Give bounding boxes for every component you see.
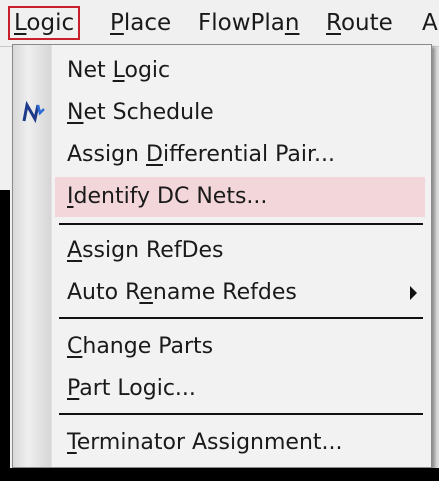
menu-item-label: Net Logic xyxy=(67,58,171,83)
menu-route-mnemonic: R xyxy=(326,10,341,36)
menu-place[interactable]: Place xyxy=(104,6,177,40)
menu-route-text-rest: oute xyxy=(340,10,393,36)
menu-separator xyxy=(59,413,423,415)
menu-item-label: Part Logic... xyxy=(67,376,196,401)
menu-item-assign-refdes[interactable]: Assign RefDes xyxy=(13,231,431,271)
menu-item-label: Assign Differential Pair... xyxy=(67,142,335,167)
menu-item-net-schedule[interactable]: Net Schedule xyxy=(13,93,431,133)
menu-logic[interactable]: Logic xyxy=(8,6,81,40)
menu-flowplan-mnemonic: n xyxy=(284,10,300,36)
menu-place-text-rest: lace xyxy=(123,10,172,36)
menu-item-label: Auto Rename Refdes xyxy=(67,280,297,305)
menu-logic-text-rest: ogic xyxy=(26,10,75,36)
menu-item-net-logic[interactable]: Net Logic xyxy=(13,51,431,91)
menu-bar: Logic Place FlowPlan Route A xyxy=(0,0,439,47)
logic-dropdown-menu: Net Logic Net Schedule Assign Differenti… xyxy=(12,44,432,468)
submenu-arrow-icon xyxy=(410,286,417,300)
menu-item-label: Terminator Assignment... xyxy=(67,430,343,455)
menu-a-text-rest: A xyxy=(422,10,438,36)
menu-item-label: Change Parts xyxy=(67,334,214,359)
menu-item-label: Net Schedule xyxy=(67,100,214,125)
menu-item-identify-dc-nets[interactable]: Identify DC Nets... xyxy=(55,177,425,217)
menu-item-terminator-assignment[interactable]: Terminator Assignment... xyxy=(13,423,431,463)
menu-item-change-parts[interactable]: Change Parts xyxy=(13,327,431,367)
menu-flowplan-text: FlowPla xyxy=(198,10,285,36)
design-canvas-bottom xyxy=(0,468,439,481)
net-schedule-icon xyxy=(22,100,45,124)
menu-analyze-truncated[interactable]: A xyxy=(416,6,439,40)
menu-item-label: Assign RefDes xyxy=(67,238,224,263)
menu-item-label: Identify DC Nets... xyxy=(67,184,268,209)
design-canvas xyxy=(0,190,10,481)
menu-separator xyxy=(59,223,423,225)
menu-route[interactable]: Route xyxy=(320,6,399,40)
menu-flowplan[interactable]: FlowPlan xyxy=(192,6,305,40)
menu-separator xyxy=(59,317,423,319)
menu-logic-mnemonic: L xyxy=(14,10,27,36)
menu-item-assign-differential-pair[interactable]: Assign Differential Pair... xyxy=(13,135,431,175)
menu-item-auto-rename-refdes[interactable]: Auto Rename Refdes xyxy=(13,273,431,313)
menu-item-part-logic[interactable]: Part Logic... xyxy=(13,369,431,409)
menu-place-mnemonic: P xyxy=(110,10,124,36)
